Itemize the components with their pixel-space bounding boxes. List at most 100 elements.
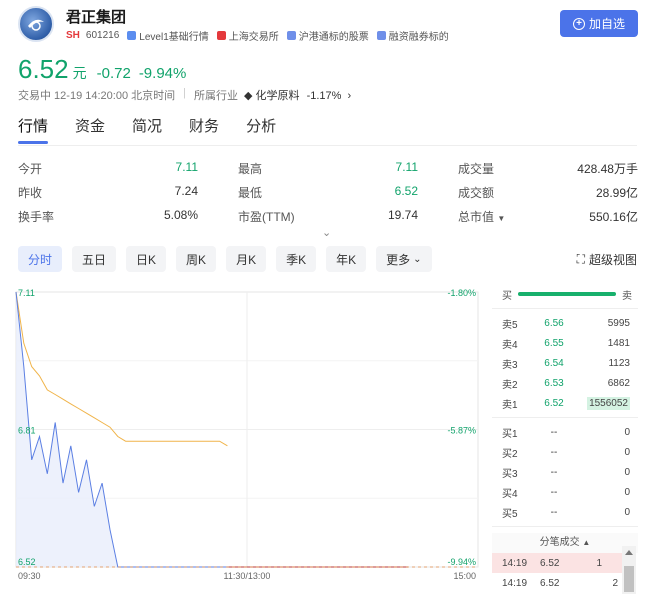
- tag-exchange[interactable]: 上海交易所: [216, 28, 279, 43]
- period-more[interactable]: 更多 ⌄: [376, 246, 432, 272]
- super-view-button[interactable]: ⛶ 超级视图: [577, 251, 637, 268]
- book-row: 买5 -- 0: [492, 502, 638, 522]
- book-row: 买4 -- 0: [492, 482, 638, 502]
- period-year-k[interactable]: 年K: [326, 246, 367, 272]
- y-axis-right-label: -1.80%: [447, 288, 476, 298]
- period-quarter-k[interactable]: 季K: [276, 246, 317, 272]
- book-price: --: [550, 426, 558, 438]
- period-week-k[interactable]: 周K: [176, 246, 217, 272]
- book-qty: 1481: [607, 337, 630, 349]
- intraday-chart[interactable]: 7.11 6.81 6.52 -1.80% -5.87% -9.94% 09:30 11:30…: [12, 282, 482, 592]
- stat-high: 最高 7.11: [238, 159, 418, 176]
- stat-row: 换手率 5.08% 市盈(TTM) 19.74 总市值 ▼ 550.16亿: [18, 204, 638, 228]
- avg-price-line: [15, 291, 228, 447]
- book-level: 卖2: [502, 379, 518, 391]
- y-axis-left-label: 6.81: [18, 426, 36, 436]
- stock-code: 601216: [85, 30, 120, 41]
- book-price: --: [550, 506, 558, 518]
- scroll-thumb[interactable]: [624, 566, 634, 592]
- book-qty: 0: [624, 506, 630, 518]
- stat-market-cap[interactable]: 总市值 ▼ 550.16亿: [458, 208, 638, 225]
- book-row: 买2 -- 0: [492, 442, 638, 462]
- trading-status-time: 交易中 12-19 14:20:00 北京时间: [18, 90, 176, 102]
- price-row: 6.52 元 -0.72 -9.94%: [18, 54, 194, 85]
- stat-open: 今开 7.11: [18, 159, 198, 176]
- tab-finance[interactable]: 财务: [189, 115, 219, 142]
- tag-hk-connect[interactable]: 沪港通标的股票: [286, 28, 369, 43]
- stat-volume: 成交量 428.48万手: [458, 161, 638, 176]
- industry-label: 所属行业: [193, 90, 238, 102]
- tab-market[interactable]: 行情: [18, 115, 49, 144]
- stat-low: 最低 6.52: [238, 183, 418, 200]
- price-change: -0.72: [96, 65, 131, 82]
- tab-funds[interactable]: 资金: [75, 115, 105, 142]
- book-qty: 1123: [608, 357, 630, 369]
- level1-icon: [127, 31, 137, 40]
- book-price: 6.53: [544, 377, 564, 389]
- book-qty: 6862: [607, 377, 630, 389]
- book-level: 买2: [502, 448, 518, 460]
- margin-icon: [376, 31, 386, 40]
- x-axis-label: 15:00: [453, 571, 476, 581]
- period-intraday[interactable]: 分时: [18, 246, 63, 272]
- book-row: 买3 -- 0: [492, 462, 638, 482]
- book-qty: 0: [624, 446, 630, 458]
- y-axis-right-label: -9.94%: [447, 557, 476, 567]
- scroll-up-icon: [625, 550, 633, 555]
- book-price: 6.54: [544, 357, 564, 369]
- x-axis-label: 11:30/13:00: [224, 571, 271, 581]
- tick-row: 14:19 6.52 2: [492, 573, 638, 593]
- market-badge: SH: [66, 30, 80, 41]
- book-price: 6.55: [544, 337, 564, 349]
- tag-margin[interactable]: 融资融券标的: [376, 28, 449, 43]
- stat-row: 昨收 7.24 最低 6.52 成交额 28.99亿: [18, 180, 638, 204]
- buy-sell-ratio: 买 卖: [502, 290, 632, 302]
- chevron-down-icon: ⌄: [413, 253, 422, 265]
- ticks-scrollbar[interactable]: [622, 546, 636, 594]
- book-qty: 0: [624, 466, 630, 478]
- plus-icon: +: [572, 17, 585, 30]
- industry-link[interactable]: ◆ 化学原料 -1.17% ›: [244, 87, 351, 103]
- hk-connect-icon: [286, 31, 296, 40]
- period-selector: 分时 五日 日K 周K 月K 季K 年K 更多 ⌄: [18, 246, 442, 272]
- quote-stats: 今开 7.11 最高 7.11 成交量 428.48万手 昨收 7.24 最低 6.52 …: [18, 156, 638, 228]
- book-row: 卖5 6.56 5995: [492, 313, 638, 333]
- ask-list: 卖5 6.56 5995 卖4 6.55 1481 卖3 6.54 1123 卖2 6.53 6862…: [492, 313, 638, 413]
- book-level: 卖4: [502, 339, 518, 351]
- order-book: 买 卖 卖5 6.56 5995 卖4 6.55 1481 卖3 6.54 1123 卖2 6.53…: [492, 284, 638, 594]
- book-level: 买3: [502, 468, 518, 480]
- bid-list: 买1 -- 0 买2 -- 0 买3 -- 0 买4 -- 0 买5 -- 0: [492, 422, 638, 522]
- book-level: 买5: [502, 508, 518, 520]
- book-level: 卖3: [502, 359, 518, 371]
- period-month-k[interactable]: 月K: [226, 246, 267, 272]
- tick-price: 6.52: [540, 557, 560, 569]
- company-name: 君正集团: [66, 9, 127, 26]
- tab-analysis[interactable]: 分析: [246, 115, 276, 142]
- stat-turnover-rate: 换手率 5.08%: [18, 207, 198, 224]
- tick-time: 14:19: [502, 577, 528, 589]
- expand-chevron-down-icon[interactable]: ⌄: [322, 226, 331, 239]
- separator: |: [183, 87, 186, 99]
- price-unit: 元: [72, 65, 87, 81]
- tick-price: 6.52: [540, 577, 560, 589]
- tick-list: 14:19 6.52 1 14:19 6.52 2: [492, 553, 638, 593]
- stock-header: 君正集团 SH 601216 Level1基础行情 上海交易所 沪港通标的股票 …: [18, 6, 638, 46]
- period-day-k[interactable]: 日K: [126, 246, 167, 272]
- tag-level1[interactable]: Level1基础行情: [127, 28, 209, 43]
- book-price: 6.52: [544, 397, 564, 409]
- book-qty: 1556052: [587, 396, 630, 410]
- add-watchlist-button[interactable]: + 加自选: [560, 10, 638, 37]
- tab-profile[interactable]: 简况: [132, 115, 162, 142]
- period-5day[interactable]: 五日: [72, 246, 117, 272]
- sub-info: 交易中 12-19 14:20:00 北京时间 | 所属行业 ◆ 化学原料 -1…: [18, 87, 351, 103]
- book-price: 6.56: [544, 317, 564, 329]
- book-row: 卖2 6.53 6862: [492, 373, 638, 393]
- ratio-bar: [518, 292, 616, 296]
- tab-divider: [18, 145, 637, 146]
- ticks-title[interactable]: 分笔成交 ▲: [492, 533, 638, 553]
- x-axis-label: 09:30: [18, 571, 41, 581]
- tick-time: 14:19: [502, 557, 528, 569]
- book-level: 买4: [502, 488, 518, 500]
- price-change-pct: -9.94%: [138, 65, 187, 82]
- book-qty: 5995: [607, 317, 630, 329]
